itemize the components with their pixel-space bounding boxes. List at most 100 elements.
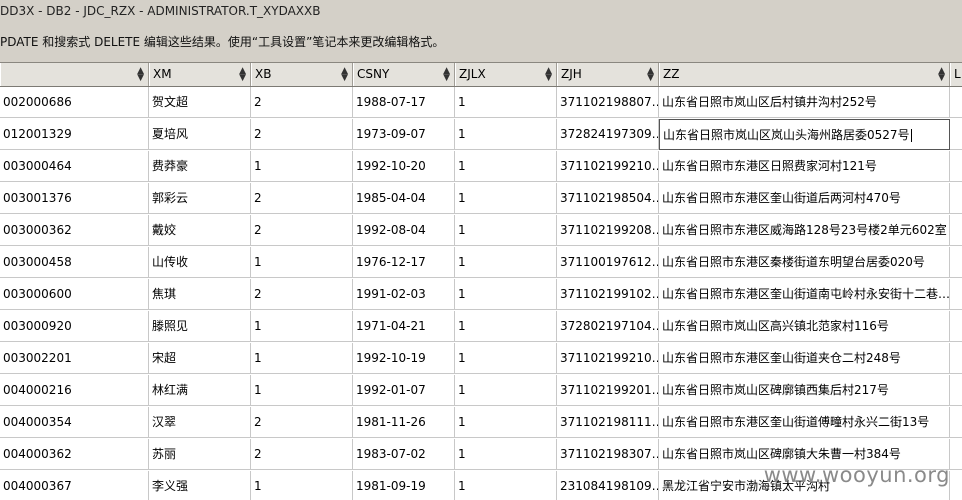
table-cell[interactable]: 1 (251, 247, 353, 278)
sort-arrows-icon[interactable]: ▲ ▼ (647, 67, 654, 83)
table-row[interactable]: 003000464 费莽豪 1 1992-10-20 1 371102199210… 山东省… (0, 151, 962, 182)
table-cell[interactable]: 贺文超 (149, 87, 251, 118)
table-cell[interactable]: 003000920 (0, 311, 149, 342)
table-cell[interactable]: 山东省日照市东港区奎山街道傅疃村永兴二街13号 (659, 407, 950, 438)
table-cell[interactable]: 2 (251, 279, 353, 310)
table-cell[interactable]: 004000367 (0, 471, 149, 500)
table-cell[interactable] (950, 151, 962, 182)
table-cell[interactable] (950, 247, 962, 278)
table-row[interactable]: 004000216 林红满 1 1992-01-07 1 371102199201… 山东省… (0, 375, 962, 406)
column-header-zjh[interactable]: ZJH ▲ ▼ (557, 63, 659, 86)
table-cell[interactable] (950, 279, 962, 310)
table-cell[interactable]: 1 (251, 151, 353, 182)
table-cell[interactable]: 1992-10-19 (353, 343, 455, 374)
table-cell[interactable]: 1 (251, 311, 353, 342)
column-header-l[interactable]: L (950, 63, 962, 86)
table-cell[interactable]: 1 (455, 279, 557, 310)
table-cell[interactable]: 003000362 (0, 215, 149, 246)
table-cell[interactable]: 2 (251, 439, 353, 470)
table-cell[interactable]: 苏丽 (149, 439, 251, 470)
table-cell[interactable] (950, 407, 962, 438)
table-cell[interactable]: 1 (455, 407, 557, 438)
table-cell[interactable]: 371102199102… (557, 279, 659, 310)
table-cell[interactable]: 郭彩云 (149, 183, 251, 214)
table-cell[interactable]: 1 (455, 311, 557, 342)
table-row[interactable]: 003000920 滕照见 1 1971-04-21 1 372802197104… 山东省… (0, 311, 962, 342)
table-row[interactable]: 003000458 山传收 1 1976-12-17 1 371100197612… 山东省… (0, 247, 962, 278)
table-cell[interactable]: 1992-01-07 (353, 375, 455, 406)
table-cell[interactable]: 1992-10-20 (353, 151, 455, 182)
table-cell[interactable]: 371102199210… (557, 343, 659, 374)
table-cell[interactable]: 003002201 (0, 343, 149, 374)
table-cell[interactable]: 1981-09-19 (353, 471, 455, 500)
table-cell[interactable]: 1985-04-04 (353, 183, 455, 214)
table-row[interactable]: 003000600 焦琪 2 1991-02-03 1 371102199102… 山东省日… (0, 279, 962, 310)
table-cell[interactable]: 003000458 (0, 247, 149, 278)
table-cell[interactable]: 012001329 (0, 119, 149, 150)
table-cell[interactable] (950, 343, 962, 374)
table-cell[interactable]: 372802197104… (557, 311, 659, 342)
table-cell[interactable]: 山东省日照市东港区奎山街道夹仓二村248号 (659, 343, 950, 374)
table-cell[interactable]: 004000362 (0, 439, 149, 470)
table-cell[interactable] (950, 183, 962, 214)
table-cell[interactable]: 231084198109… (557, 471, 659, 500)
table-cell[interactable]: 山东省日照市东港区秦楼街道东明望台居委020号 (659, 247, 950, 278)
table-cell[interactable]: 1 (251, 375, 353, 406)
table-cell[interactable]: 372824197309… (557, 119, 659, 150)
table-cell[interactable] (950, 375, 962, 406)
table-cell[interactable]: 1 (455, 439, 557, 470)
table-cell[interactable]: 371102198307… (557, 439, 659, 470)
table-cell[interactable]: 山东省日照市东港区日照费家河村121号 (659, 151, 950, 182)
column-header-zjlx[interactable]: ZJLX ▲ ▼ (455, 63, 557, 86)
table-cell[interactable]: 1 (455, 87, 557, 118)
table-cell[interactable]: 1 (455, 343, 557, 374)
table-cell[interactable]: 汉翠 (149, 407, 251, 438)
table-cell[interactable]: 1 (455, 471, 557, 500)
table-cell[interactable]: 林红满 (149, 375, 251, 406)
sort-arrows-icon[interactable]: ▲ ▼ (443, 67, 450, 83)
sort-arrows-icon[interactable]: ▲ ▼ (545, 67, 552, 83)
table-cell[interactable]: 山传收 (149, 247, 251, 278)
table-cell[interactable]: 1973-09-07 (353, 119, 455, 150)
table-cell[interactable] (950, 311, 962, 342)
results-grid[interactable]: ▲ ▼ XM ▲ ▼ XB ▲ ▼ CSNY ▲ ▼ ZJLX ▲ ▼ ZJH ▲ ▼ ZZ ▲ ▼ L 0020006… (0, 63, 962, 500)
table-cell[interactable]: 1971-04-21 (353, 311, 455, 342)
table-cell[interactable]: 山东省日照市东港区奎山街道南屯岭村永安街十二巷… (659, 279, 950, 310)
table-cell[interactable]: 1983-07-02 (353, 439, 455, 470)
table-cell[interactable]: 宋超 (149, 343, 251, 374)
table-cell[interactable]: 1 (251, 471, 353, 500)
table-cell[interactable]: 004000216 (0, 375, 149, 406)
table-cell[interactable]: 371102199208… (557, 215, 659, 246)
table-cell[interactable]: 003000464 (0, 151, 149, 182)
table-cell[interactable]: 山东省日照市东港区威海路128号23号楼2单元602室 (659, 215, 950, 246)
column-header-xb[interactable]: XB ▲ ▼ (251, 63, 353, 86)
table-cell[interactable]: 戴姣 (149, 215, 251, 246)
column-header-zz[interactable]: ZZ ▲ ▼ (659, 63, 950, 86)
column-header-xm[interactable]: XM ▲ ▼ (149, 63, 251, 86)
table-row[interactable]: 003000362 戴姣 2 1992-08-04 1 371102199208… 山东省日… (0, 215, 962, 246)
table-row[interactable]: 012001329 夏培风 2 1973-09-07 1 372824197309… 山东省… (0, 119, 962, 150)
table-row[interactable]: 004000354 汉翠 2 1981-11-26 1 371102198111… 山东省日… (0, 407, 962, 438)
table-cell[interactable]: 1988-07-17 (353, 87, 455, 118)
table-cell[interactable]: 1976-12-17 (353, 247, 455, 278)
sort-arrows-icon[interactable]: ▲ ▼ (239, 67, 246, 83)
table-cell[interactable]: 003000600 (0, 279, 149, 310)
table-cell[interactable]: 1 (455, 183, 557, 214)
table-cell[interactable]: 2 (251, 215, 353, 246)
editing-cell[interactable]: 山东省日照市岚山区岚山头海州路居委0527号 (659, 119, 950, 150)
table-row[interactable]: 002000686 贺文超 2 1988-07-17 1 371102198807… 山东省… (0, 87, 962, 118)
table-cell[interactable]: 2 (251, 119, 353, 150)
column-header-csny[interactable]: CSNY ▲ ▼ (353, 63, 455, 86)
sort-arrows-icon[interactable]: ▲ ▼ (137, 67, 144, 83)
table-cell[interactable]: 焦琪 (149, 279, 251, 310)
table-cell[interactable]: 山东省日照市岚山区后村镇井沟村252号 (659, 87, 950, 118)
table-cell[interactable]: 1 (455, 247, 557, 278)
table-cell[interactable]: 滕照见 (149, 311, 251, 342)
table-cell[interactable]: 山东省日照市岚山区碑廓镇西集后村217号 (659, 375, 950, 406)
sort-arrows-icon[interactable]: ▲ ▼ (341, 67, 348, 83)
table-cell[interactable]: 2 (251, 87, 353, 118)
table-cell[interactable]: 费莽豪 (149, 151, 251, 182)
table-cell[interactable] (950, 87, 962, 118)
table-cell[interactable]: 004000354 (0, 407, 149, 438)
table-cell[interactable]: 003001376 (0, 183, 149, 214)
